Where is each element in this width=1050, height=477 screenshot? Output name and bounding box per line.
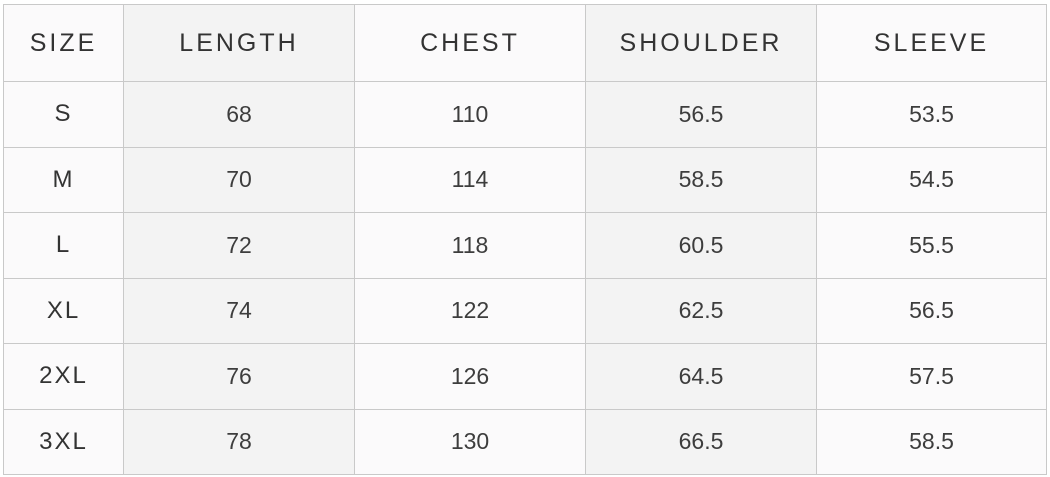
shoulder-cell: 66.5 (585, 408, 817, 475)
length-cell: 74 (123, 277, 355, 344)
header-length: LENGTH (123, 4, 355, 82)
size-cell: S (3, 81, 124, 148)
sleeve-cell: 57.5 (816, 343, 1047, 410)
chest-cell: 110 (354, 81, 586, 148)
chest-cell: 130 (354, 408, 586, 475)
chest-cell: 122 (354, 277, 586, 344)
length-cell: 78 (123, 408, 355, 475)
sleeve-cell: 55.5 (816, 212, 1047, 279)
shoulder-cell: 56.5 (585, 81, 817, 148)
size-cell: M (3, 146, 124, 213)
chest-cell: 118 (354, 212, 586, 279)
header-size: SIZE (3, 4, 124, 82)
length-cell: 68 (123, 81, 355, 148)
length-cell: 76 (123, 343, 355, 410)
size-cell: L (3, 212, 124, 279)
header-sleeve: SLEEVE (816, 4, 1047, 82)
sleeve-cell: 56.5 (816, 277, 1047, 344)
table-row: M 70 114 58.5 54.5 (3, 146, 1047, 213)
sleeve-cell: 53.5 (816, 81, 1047, 148)
table-row: XL 74 122 62.5 56.5 (3, 277, 1047, 344)
table-row: S 68 110 56.5 53.5 (3, 81, 1047, 148)
shoulder-cell: 60.5 (585, 212, 817, 279)
table-body: S 68 110 56.5 53.5 M 70 114 58.5 54.5 L … (3, 81, 1047, 475)
length-cell: 70 (123, 146, 355, 213)
header-row: SIZE LENGTH CHEST SHOULDER SLEEVE (3, 4, 1047, 82)
table-row: 3XL 78 130 66.5 58.5 (3, 408, 1047, 475)
sleeve-cell: 58.5 (816, 408, 1047, 475)
table-header: SIZE LENGTH CHEST SHOULDER SLEEVE (3, 4, 1047, 82)
shoulder-cell: 64.5 (585, 343, 817, 410)
table-row: 2XL 76 126 64.5 57.5 (3, 343, 1047, 410)
chest-cell: 114 (354, 146, 586, 213)
header-chest: CHEST (354, 4, 586, 82)
size-cell: 3XL (3, 408, 124, 475)
size-cell: 2XL (3, 343, 124, 410)
size-cell: XL (3, 277, 124, 344)
header-shoulder: SHOULDER (585, 4, 817, 82)
size-chart-table: SIZE LENGTH CHEST SHOULDER SLEEVE S 68 1… (3, 4, 1047, 475)
shoulder-cell: 62.5 (585, 277, 817, 344)
shoulder-cell: 58.5 (585, 146, 817, 213)
length-cell: 72 (123, 212, 355, 279)
table-row: L 72 118 60.5 55.5 (3, 212, 1047, 279)
chest-cell: 126 (354, 343, 586, 410)
sleeve-cell: 54.5 (816, 146, 1047, 213)
